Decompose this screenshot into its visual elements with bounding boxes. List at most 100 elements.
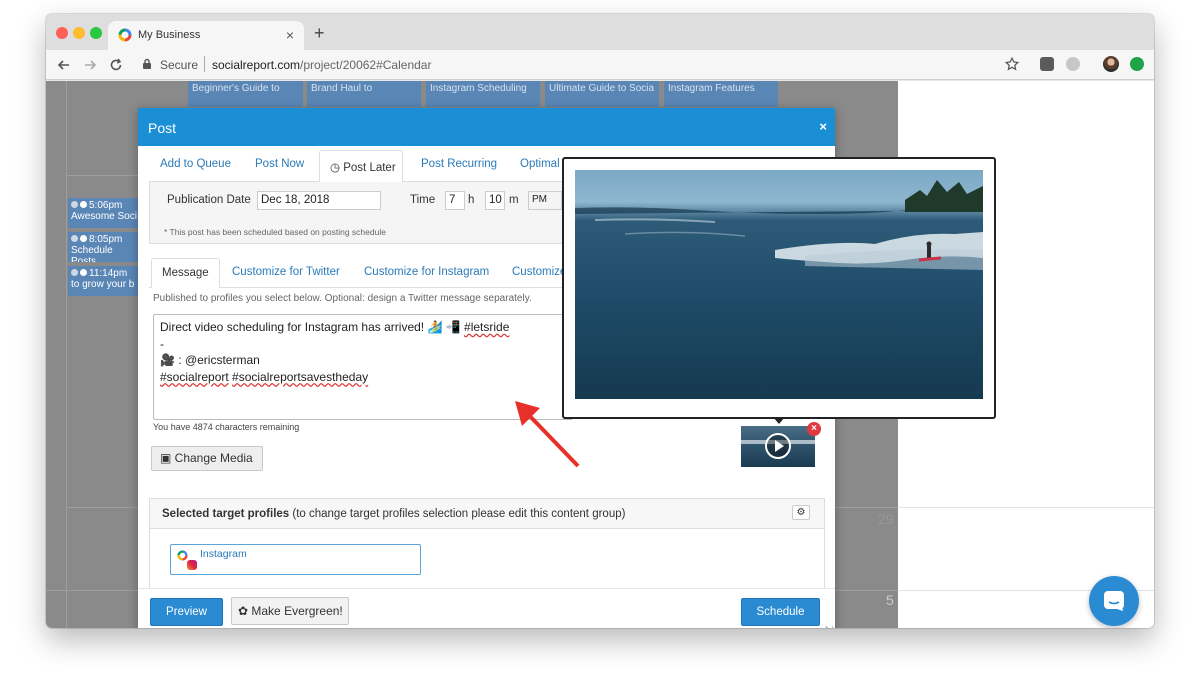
minimize-window-button[interactable] — [73, 27, 85, 39]
leaf-icon: ✿ — [238, 604, 252, 618]
calendar-card-text: Instagram Scheduling — [430, 83, 527, 94]
calendar-gridline — [66, 81, 67, 628]
message-line: - — [160, 336, 164, 351]
new-tab-button[interactable]: + — [314, 23, 325, 44]
lock-icon — [143, 58, 151, 69]
address-divider — [204, 56, 205, 72]
make-evergreen-button[interactable]: ✿ Make Evergreen! — [231, 597, 349, 625]
calendar-event[interactable]: 8:05pm Schedule Posts — [68, 232, 140, 262]
clock-icon: ◷ — [330, 162, 344, 174]
hashtag: #socialreport — [160, 369, 229, 384]
calendar-card[interactable]: Ultimate Guide to Socia — [545, 81, 659, 107]
ampm-select[interactable]: PM — [528, 191, 562, 210]
video-thumbnail[interactable] — [741, 426, 815, 467]
bookmark-star-icon[interactable] — [1005, 57, 1019, 71]
tab-customize-more[interactable]: Customize — [512, 266, 566, 278]
site-favicon-icon — [177, 550, 188, 561]
tab-customize-instagram[interactable]: Customize for Instagram — [364, 266, 489, 278]
calendar-day-number: 5 — [886, 592, 894, 608]
tab-title: My Business — [138, 29, 201, 41]
calendar-event[interactable]: 11:14pm to grow your b — [68, 266, 140, 296]
hour-unit-label: h — [468, 194, 475, 206]
video-preview[interactable] — [575, 170, 983, 399]
tab-message[interactable]: Message — [151, 258, 220, 288]
tab-add-to-queue[interactable]: Add to Queue — [160, 158, 231, 170]
check-icon — [80, 269, 87, 276]
instagram-icon — [187, 560, 197, 570]
calendar-gridline — [898, 507, 1154, 508]
event-time: 8:05pm — [89, 234, 123, 245]
calendar-card[interactable]: Instagram Scheduling — [426, 81, 540, 107]
event-time: 11:14pm — [89, 268, 128, 279]
calendar-card-text: Brand Haul to — [311, 83, 373, 94]
hashtag: #socialreportsavestheday — [232, 369, 369, 384]
dialog-footer: Preview ✿ Make Evergreen! Schedule ⇲ — [138, 588, 835, 628]
popup-pointer — [773, 417, 785, 424]
calendar-card-text: Ultimate Guide to Socia — [549, 83, 655, 94]
publication-date-label: Publication Date — [167, 194, 251, 206]
time-label: Time — [410, 194, 436, 206]
dialog-header: Post × — [138, 108, 835, 146]
status-dot-icon — [71, 201, 78, 208]
chat-support-button[interactable] — [1089, 576, 1139, 626]
message-line: 🎥 : @ericsterman — [160, 353, 260, 367]
preview-button[interactable]: Preview — [150, 598, 223, 626]
profiles-title-rest: (to change target profiles selection ple… — [289, 508, 626, 520]
make-evergreen-label: Make Evergreen! — [251, 604, 343, 618]
minute-unit-label: m — [509, 194, 519, 206]
calendar-card[interactable]: Brand Haul to — [307, 81, 421, 107]
url-path: /project/20062#Calendar — [300, 58, 432, 72]
forward-arrow-icon[interactable] — [83, 58, 97, 72]
status-dot-icon — [71, 235, 78, 242]
profile-chip-instagram[interactable]: Instagram — [170, 544, 421, 575]
hour-input[interactable]: 7 — [445, 191, 465, 210]
publication-date-input[interactable]: Dec 18, 2018 — [257, 191, 381, 210]
event-text: Awesome Soci — [71, 211, 137, 222]
page-content: Beginner's Guide to Brand Haul to Instag… — [46, 81, 1154, 628]
tab-optimal[interactable]: Optimal — [520, 158, 560, 170]
calendar-card[interactable]: Instagram Features — [664, 81, 778, 107]
published-note: Published to profiles you select below. … — [153, 293, 532, 304]
chat-bubble-icon — [1104, 591, 1124, 611]
update-arrow-icon[interactable] — [1130, 57, 1144, 71]
dialog-close-icon[interactable]: × — [819, 119, 827, 134]
message-line: #socialreport #socialreportsavestheday — [160, 369, 566, 386]
characters-remaining: You have 4874 characters remaining — [153, 422, 300, 432]
tab-post-later[interactable]: ◷ Post Later — [319, 150, 403, 182]
url-text: socialreport.com/project/20062#Calendar — [212, 58, 431, 72]
site-favicon-icon — [118, 28, 132, 42]
play-icon[interactable] — [765, 433, 791, 459]
remove-media-icon[interactable]: × — [807, 422, 821, 436]
resize-handle-icon[interactable]: ⇲ — [825, 625, 833, 628]
back-arrow-icon[interactable] — [57, 58, 71, 72]
gear-icon[interactable]: ⚙ — [792, 505, 810, 520]
tab-strip: My Business × + — [46, 14, 1154, 50]
tab-close-icon[interactable]: × — [286, 27, 294, 43]
close-window-button[interactable] — [56, 27, 68, 39]
camera-icon: ▣ — [160, 451, 175, 465]
tab-customize-twitter[interactable]: Customize for Twitter — [232, 266, 340, 278]
grey-extension-icon[interactable] — [1066, 57, 1080, 71]
change-media-button[interactable]: ▣ Change Media — [151, 446, 263, 471]
hashtag: #letsride — [464, 320, 510, 334]
annotation-arrow — [515, 401, 580, 468]
profile-avatar-icon[interactable] — [1103, 56, 1119, 72]
shield-extension-icon[interactable] — [1040, 57, 1054, 71]
event-time: 5:06pm — [89, 200, 123, 211]
calendar-day-number: 29 — [878, 511, 894, 527]
calendar-card[interactable]: Beginner's Guide to — [188, 81, 303, 107]
calendar-event[interactable]: 5:06pm Awesome Soci — [68, 198, 140, 228]
tab-post-recurring[interactable]: Post Recurring — [421, 158, 497, 170]
minute-input[interactable]: 10 — [485, 191, 505, 210]
profiles-title: Selected target profiles (to change targ… — [162, 508, 625, 520]
url-host: socialreport.com — [212, 58, 301, 72]
schedule-button[interactable]: Schedule — [741, 598, 820, 626]
dialog-title: Post — [148, 120, 177, 136]
maximize-window-button[interactable] — [90, 27, 102, 39]
tab-post-later-label: Post Later — [343, 162, 396, 174]
browser-tab-my-business[interactable]: My Business × — [108, 21, 304, 50]
tab-post-now[interactable]: Post Now — [255, 158, 304, 170]
reload-icon[interactable] — [109, 58, 123, 72]
address-bar[interactable]: Secure socialreport.com/project/20062#Ca… — [136, 53, 1006, 76]
message-text: Direct video scheduling for Instagram ha… — [160, 320, 465, 334]
